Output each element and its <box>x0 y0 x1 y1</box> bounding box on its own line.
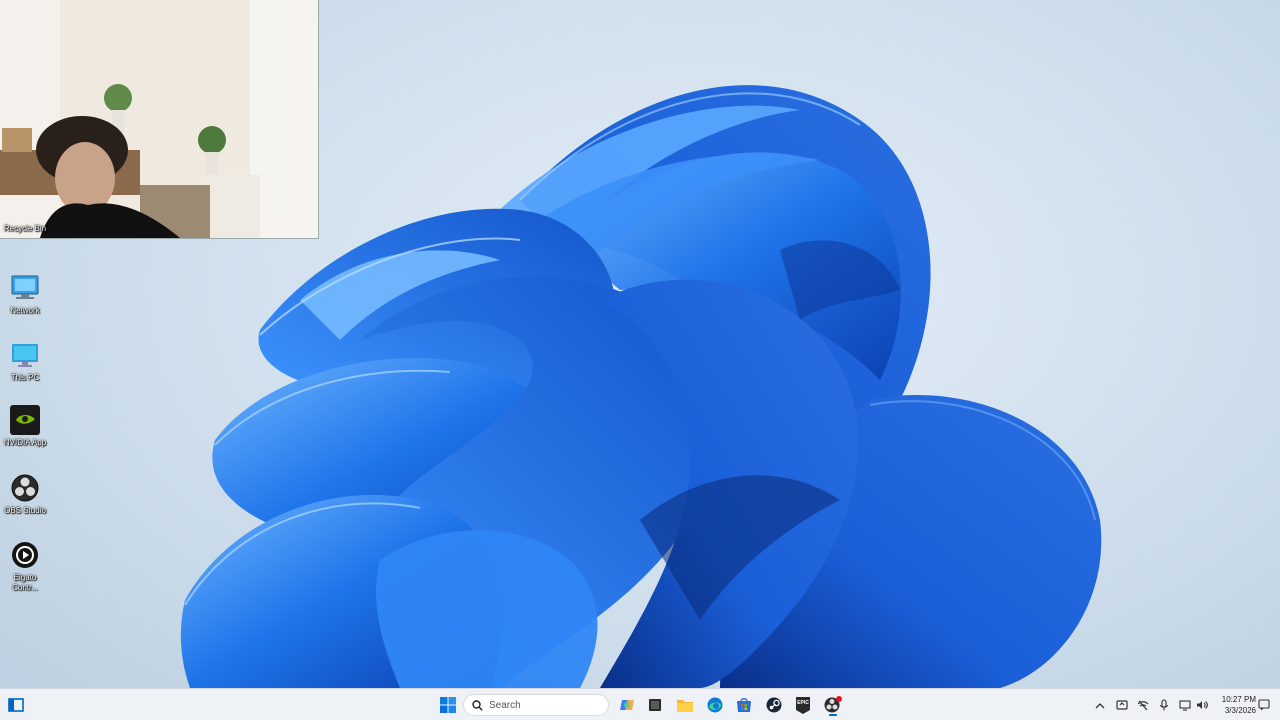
network-icon <box>9 272 41 304</box>
start-button[interactable] <box>436 693 460 717</box>
edge-icon <box>707 697 723 713</box>
display-icon <box>1179 700 1191 711</box>
network-tray-button[interactable] <box>1135 697 1151 713</box>
active-indicator <box>829 714 837 716</box>
show-desktop-button[interactable] <box>4 693 28 717</box>
store-icon <box>737 698 751 712</box>
this-pc-icon <box>9 339 41 371</box>
epic-games-label: EPIC <box>797 700 809 706</box>
microphone-tray-button[interactable] <box>1156 697 1172 713</box>
task-view-icon <box>649 699 661 711</box>
desktop-icon-label: OBS Studio <box>4 506 46 515</box>
search-placeholder: Search <box>489 699 521 711</box>
volume-tray-button[interactable] <box>1194 697 1210 713</box>
steam-icon <box>766 697 782 713</box>
desktop-icon-this-pc[interactable]: This PC <box>2 339 48 383</box>
webcam-overlay <box>0 0 319 239</box>
sync-tray-button[interactable] <box>1114 697 1130 713</box>
sync-icon <box>1116 700 1128 710</box>
search-icon <box>472 699 483 711</box>
desktop-icon-label: Elgato Contr... <box>12 573 38 592</box>
epic-games-button[interactable]: EPIC <box>791 693 815 717</box>
desktop-icon-label: NVIDIA App <box>3 438 47 447</box>
obs-taskbar-button[interactable] <box>821 693 845 717</box>
chevron-up-icon <box>1095 702 1105 708</box>
microphone-icon <box>1159 699 1169 711</box>
desktop-icon-label: Network <box>10 306 40 315</box>
obs-studio-icon <box>9 472 41 504</box>
display-tray-button[interactable] <box>1177 697 1193 713</box>
desktop-icon-recycle-bin[interactable]: Recycle Bin <box>2 222 48 234</box>
taskbar: Search EPIC 10:27 PM 3/3/2026 <box>0 688 1280 720</box>
desktop-icon-elgato[interactable]: Elgato Contr... <box>2 539 48 593</box>
start-icon <box>440 697 456 713</box>
edge-button[interactable] <box>703 693 727 717</box>
desktop-icon-label: Recycle Bin <box>3 224 47 233</box>
obs-studio-icon <box>824 696 842 713</box>
window-icon <box>8 698 24 712</box>
clock[interactable]: 10:27 PM 3/3/2026 <box>1212 694 1256 716</box>
desktop-icon-nvidia-app[interactable]: NVIDIA App <box>2 404 48 448</box>
file-explorer-icon <box>677 700 693 712</box>
nvidia-app-icon <box>9 404 41 436</box>
file-explorer-button[interactable] <box>673 693 697 717</box>
desktop-screen: Recycle Bin Network This PC NVIDIA App O… <box>0 0 1280 720</box>
elgato-icon <box>9 539 41 571</box>
show-hidden-icons-button[interactable] <box>1092 697 1108 713</box>
clock-date: 3/3/2026 <box>1224 706 1256 715</box>
search-input[interactable]: Search <box>463 694 609 716</box>
notification-icon <box>1258 699 1270 711</box>
desktop-icon-label: This PC <box>10 373 40 382</box>
copilot-icon <box>620 700 634 710</box>
desktop-icon-network[interactable]: Network <box>2 272 48 316</box>
notifications-button[interactable] <box>1256 697 1272 713</box>
copilot-button[interactable] <box>615 693 639 717</box>
volume-icon <box>1197 701 1208 709</box>
task-view-button[interactable] <box>643 693 667 717</box>
steam-button[interactable] <box>762 693 786 717</box>
clock-time: 10:27 PM <box>1221 695 1256 704</box>
desktop-icon-obs-studio[interactable]: OBS Studio <box>2 472 48 516</box>
store-button[interactable] <box>732 693 756 717</box>
network-off-icon <box>1137 700 1149 711</box>
